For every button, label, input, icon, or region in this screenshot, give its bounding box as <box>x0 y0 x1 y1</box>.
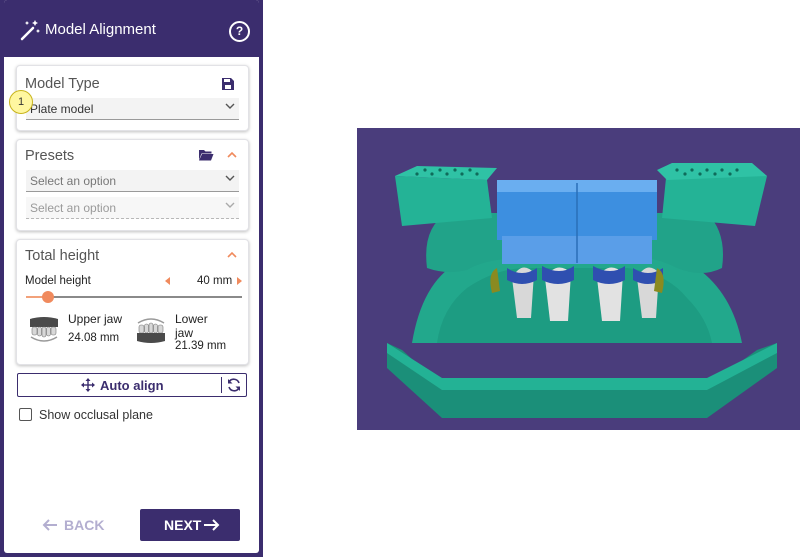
show-occlusal-plane-checkbox[interactable] <box>19 408 32 421</box>
panel-header: Model Alignment ? <box>4 0 259 57</box>
model-height-label: Model height <box>25 275 91 287</box>
arrow-left-icon <box>42 519 57 531</box>
preset-select-2[interactable]: Select an option <box>26 197 239 219</box>
panel-title: Model Alignment <box>45 21 156 38</box>
model-type-title: Model Type <box>25 76 100 92</box>
lower-jaw-icon <box>137 318 165 343</box>
chevron-down-icon <box>225 103 235 109</box>
model-viewport[interactable] <box>357 128 800 430</box>
lower-jaw-label-line1: Lower <box>175 312 208 326</box>
side-panel: Model Alignment ? Model Type Plate model… <box>0 0 263 557</box>
show-occlusal-plane-label[interactable]: Show occlusal plane <box>39 408 153 422</box>
model-type-select[interactable]: Plate model <box>26 98 239 120</box>
auto-align-button[interactable]: Auto align <box>17 373 247 397</box>
magic-wand-icon <box>20 20 40 41</box>
preset-select-1-placeholder: Select an option <box>30 174 117 188</box>
preset-select-2-placeholder: Select an option <box>30 201 117 215</box>
lower-jaw-label-line2: jaw <box>175 326 194 340</box>
presets-card: Presets Select an option Select an optio… <box>16 139 249 231</box>
slider-thumb[interactable] <box>41 291 54 303</box>
upper-jaw-label: Upper jaw <box>68 312 123 326</box>
button-divider <box>221 377 222 393</box>
model-type-value: Plate model <box>30 102 94 116</box>
next-label: NEXT <box>164 517 202 533</box>
chevron-down-icon <box>225 175 235 181</box>
decrement-arrow-icon[interactable] <box>165 277 171 285</box>
model-height-slider[interactable] <box>26 291 242 303</box>
presets-title: Presets <box>25 148 75 164</box>
help-icon[interactable]: ? <box>229 21 250 42</box>
save-icon[interactable] <box>221 77 235 91</box>
chevron-down-icon <box>225 202 235 208</box>
auto-align-label: Auto align <box>100 378 164 393</box>
arrow-right-icon <box>204 519 220 531</box>
back-label: BACK <box>64 517 105 533</box>
preset-select-1[interactable]: Select an option <box>26 170 239 192</box>
upper-jaw-value: 24.08 mm <box>68 332 120 344</box>
total-height-title: Total height <box>25 248 100 264</box>
chevron-up-icon[interactable] <box>227 151 237 159</box>
upper-jaw-icon <box>30 317 58 342</box>
model-height-value[interactable]: 40 mm <box>197 275 232 287</box>
dental-model-render[interactable] <box>357 128 800 430</box>
increment-arrow-icon[interactable] <box>236 277 242 285</box>
move-icon <box>81 378 95 392</box>
step-badge: 1 <box>9 90 33 114</box>
refresh-icon[interactable] <box>226 377 242 393</box>
next-button[interactable]: NEXT <box>140 509 240 541</box>
chevron-up-icon[interactable] <box>227 251 237 259</box>
folder-open-icon[interactable] <box>198 148 214 161</box>
lower-jaw-value: 21.39 mm <box>175 340 227 352</box>
panel-content: Model Alignment ? Model Type Plate model… <box>4 0 259 553</box>
model-type-card: Model Type Plate model <box>16 65 249 131</box>
